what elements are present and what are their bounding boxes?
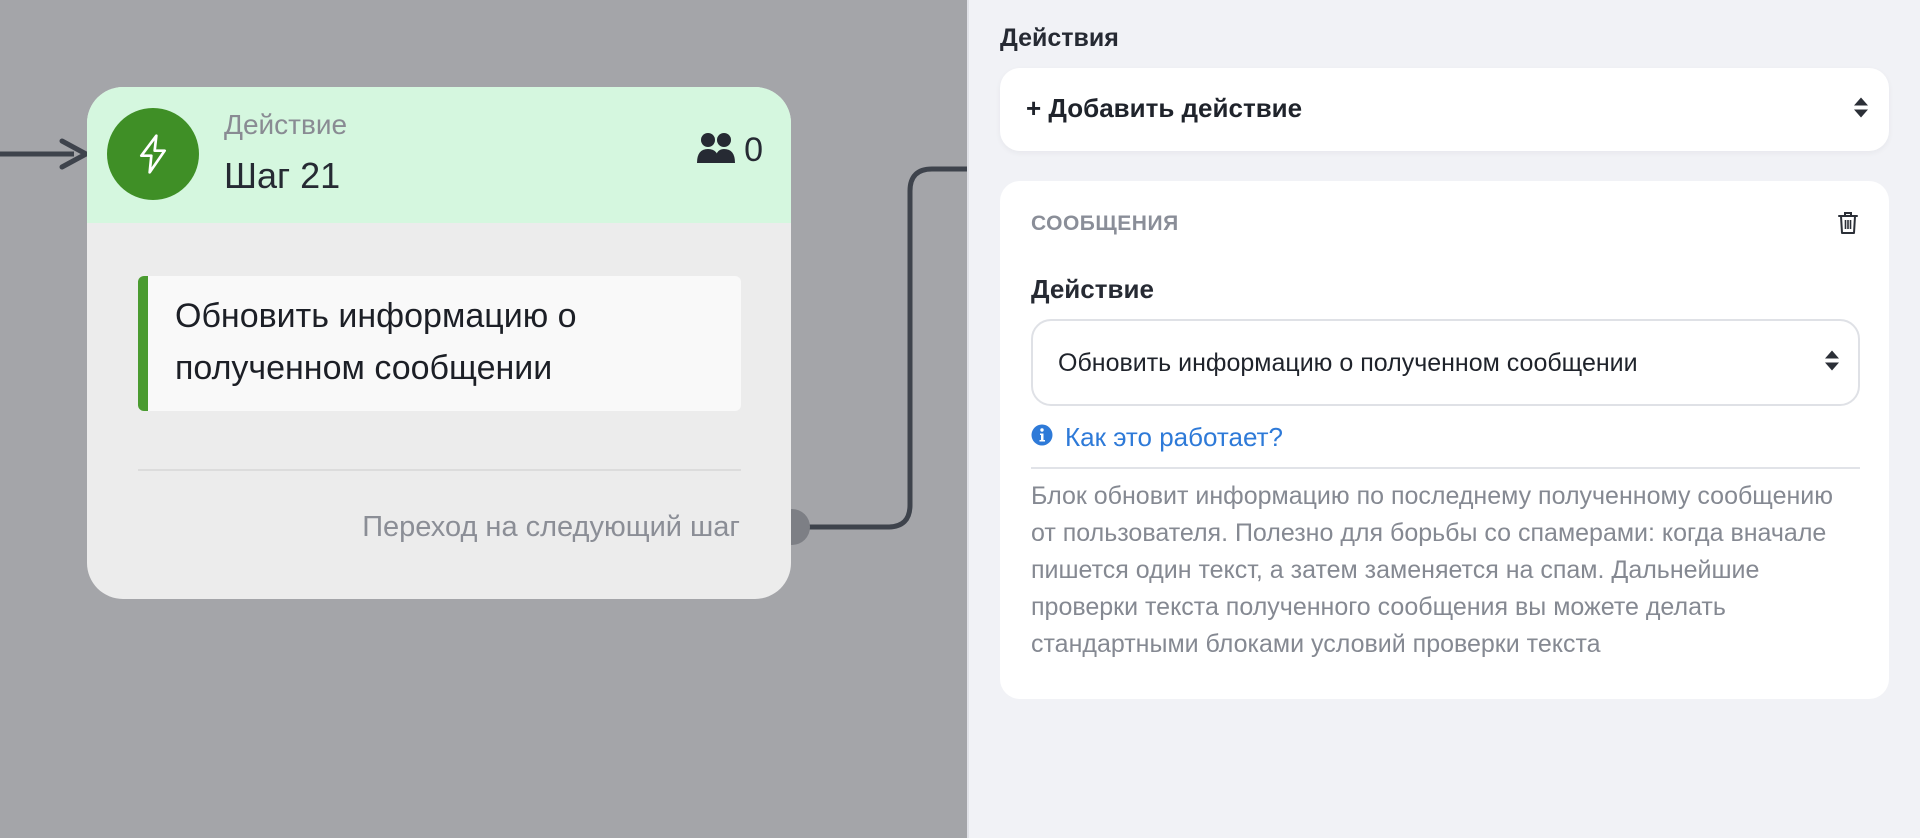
outgoing-connector (792, 166, 967, 530)
users-count: 0 (744, 131, 763, 169)
how-it-works-link[interactable]: Как это работает? (1031, 422, 1283, 453)
action-field-label: Действие (1031, 274, 1154, 304)
flow-canvas[interactable]: Действие Шаг 21 0 Обновить информацию о … (0, 0, 967, 838)
step-type-label: Действие (224, 109, 348, 140)
action-description: Блок обновит информацию по последнему по… (1031, 482, 1834, 658)
card-title: СООБЩЕНИЯ (1031, 212, 1179, 235)
users-icon (696, 132, 736, 169)
action-select-value: Обновить информацию о полученном сообщен… (1058, 349, 1638, 377)
step-node[interactable]: Действие Шаг 21 0 Обновить информацию о … (87, 87, 791, 599)
step-title: Шаг 21 (224, 155, 341, 196)
actions-section-label: Действия (1000, 24, 1119, 52)
users-counter: 0 (696, 131, 763, 170)
messages-action-card: СООБЩЕНИЯ Действие Обновить информацию о… (1000, 181, 1889, 699)
action-text: Обновить информацию о полученном сообщен… (175, 297, 577, 387)
next-step-label: Переход на следующий шаг (362, 511, 740, 543)
step-node-header: Действие Шаг 21 0 (87, 87, 791, 223)
lightning-icon (107, 108, 199, 200)
action-accent-bar (138, 276, 148, 411)
node-divider (138, 469, 741, 471)
add-action-label: + Добавить действие (1026, 93, 1303, 123)
properties-panel: Действия + Добавить действие СООБЩЕНИЯ Д… (967, 0, 1920, 838)
trash-icon[interactable] (1837, 211, 1859, 240)
action-select[interactable]: Обновить информацию о полученном сообщен… (1031, 319, 1860, 406)
how-it-works-text: Как это работает? (1065, 422, 1283, 452)
info-icon (1031, 424, 1053, 451)
sort-arrows-icon (1824, 349, 1840, 376)
add-action-select[interactable]: + Добавить действие (1000, 68, 1889, 151)
info-divider (1031, 467, 1860, 469)
action-item[interactable]: Обновить информацию о полученном сообщен… (138, 276, 741, 411)
sort-arrows-icon (1853, 96, 1869, 123)
